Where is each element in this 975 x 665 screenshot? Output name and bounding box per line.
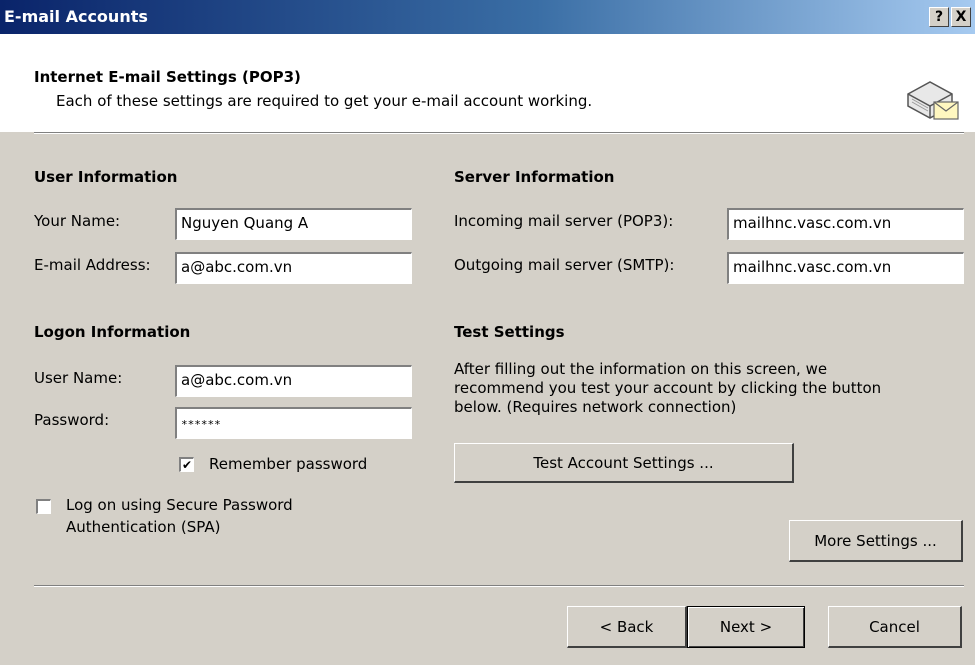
window-title: E-mail Accounts	[4, 7, 148, 26]
help-button[interactable]: ?	[929, 7, 949, 27]
password-label: Password:	[34, 411, 110, 429]
server-info-heading: Server Information	[454, 168, 615, 186]
outgoing-server-field[interactable]: mailhnc.vasc.com.vn	[727, 252, 964, 284]
remember-password-label: Remember password	[209, 455, 368, 473]
header-divider	[34, 132, 964, 134]
user-info-heading: User Information	[34, 168, 178, 186]
incoming-server-label: Incoming mail server (POP3):	[454, 212, 674, 230]
cancel-button[interactable]: Cancel	[828, 606, 962, 648]
your-name-field[interactable]: Nguyen Quang A	[175, 208, 412, 240]
test-settings-line1: After filling out the information on thi…	[454, 360, 828, 378]
close-button[interactable]: X	[951, 7, 971, 27]
test-account-settings-button[interactable]: Test Account Settings ...	[454, 443, 794, 483]
header-title: Internet E-mail Settings (POP3)	[34, 68, 301, 86]
dialog-header: Internet E-mail Settings (POP3) Each of …	[0, 34, 975, 132]
test-settings-heading: Test Settings	[454, 323, 565, 341]
user-name-field[interactable]: a@abc.com.vn	[175, 365, 412, 397]
footer-divider	[34, 585, 964, 587]
your-name-label: Your Name:	[34, 212, 121, 230]
email-address-field[interactable]: a@abc.com.vn	[175, 252, 412, 284]
test-settings-line3: below. (Requires network connection)	[454, 398, 737, 416]
password-field[interactable]: ******	[175, 407, 412, 439]
remember-password-checkbox[interactable]: ✔	[179, 457, 194, 472]
user-name-label: User Name:	[34, 369, 123, 387]
header-subtitle: Each of these settings are required to g…	[56, 92, 593, 110]
spa-label-line2: Authentication (SPA)	[66, 518, 221, 536]
mail-server-icon	[907, 81, 959, 120]
logon-info-heading: Logon Information	[34, 323, 191, 341]
title-bar: E-mail Accounts ? X	[0, 0, 975, 34]
more-settings-button[interactable]: More Settings ...	[789, 520, 963, 562]
spa-checkbox[interactable]	[36, 499, 51, 514]
spa-label-line1: Log on using Secure Password	[66, 496, 293, 514]
back-button[interactable]: < Back	[567, 606, 687, 648]
email-address-label: E-mail Address:	[34, 256, 151, 274]
incoming-server-field[interactable]: mailhnc.vasc.com.vn	[727, 208, 964, 240]
test-settings-line2: recommend you test your account by click…	[454, 379, 882, 397]
next-button[interactable]: Next >	[687, 606, 805, 648]
outgoing-server-label: Outgoing mail server (SMTP):	[454, 256, 675, 274]
